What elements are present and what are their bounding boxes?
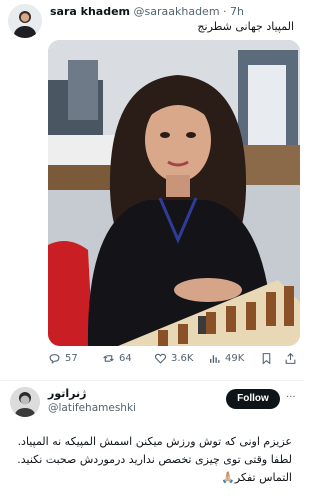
follow-button[interactable]: Follow — [226, 389, 280, 409]
reply-tweet[interactable]: ژنراتور @latifehameshki Follow ··· عزیزم… — [0, 380, 304, 501]
reply-avatar[interactable] — [10, 387, 40, 417]
views-button[interactable]: 49K — [208, 352, 244, 365]
tweet[interactable]: sara khadem @saraakhadem · 7h المپیاد جه… — [0, 0, 304, 380]
tweet-photo[interactable] — [48, 40, 300, 346]
reply-author-handle[interactable]: @latifehameshki — [48, 402, 136, 414]
share-icon — [285, 352, 296, 364]
action-bar: 57 64 3.6K 49K — [48, 352, 300, 368]
author-name[interactable]: sara khadem — [50, 5, 130, 18]
separator: · — [223, 5, 227, 18]
tweet-text: المپیاد جهانی شطرنج — [197, 20, 294, 33]
repost-count: 64 — [119, 353, 132, 364]
bookmark-icon — [262, 353, 271, 365]
views-count: 49K — [225, 353, 245, 364]
like-icon — [154, 353, 167, 364]
bookmark-button[interactable] — [260, 352, 273, 365]
like-button[interactable]: 3.6K — [154, 352, 193, 365]
avatar[interactable] — [8, 4, 42, 38]
timestamp[interactable]: 7h — [230, 5, 244, 18]
reply-text: عزیزم اونی که توش ورزش میکنن اسمش المپیک… — [17, 435, 292, 484]
reply-button[interactable]: 57 — [48, 352, 78, 365]
more-icon[interactable]: ··· — [286, 392, 296, 403]
tweet-header: sara khadem @saraakhadem · 7h — [50, 5, 244, 18]
reply-count: 57 — [65, 353, 78, 364]
views-icon — [210, 355, 220, 363]
reply-icon — [49, 354, 60, 364]
like-count: 3.6K — [171, 353, 194, 364]
author-handle[interactable]: @saraakhadem — [134, 5, 220, 18]
repost-icon — [103, 355, 114, 362]
reply-author-name[interactable]: ژنراتور — [48, 387, 86, 400]
repost-button[interactable]: 64 — [102, 352, 132, 365]
share-button[interactable] — [284, 352, 297, 365]
